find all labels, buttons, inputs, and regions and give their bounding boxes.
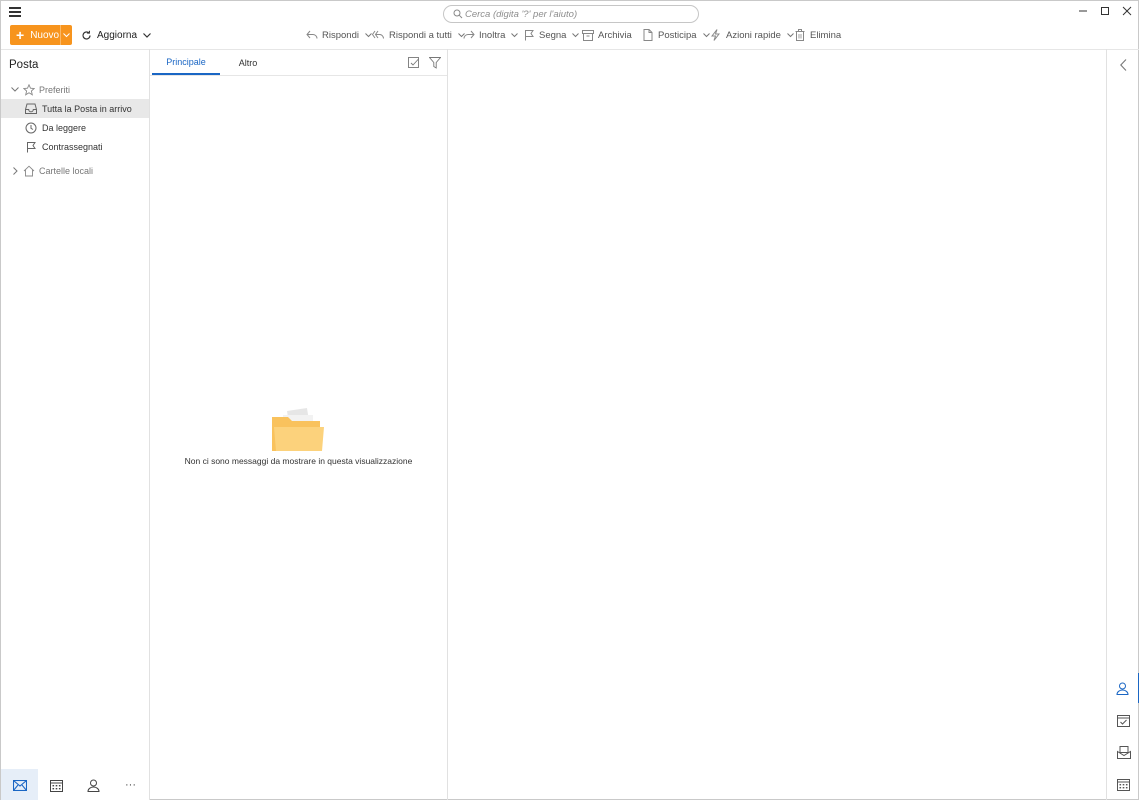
archive-label: Archivia [598,29,632,41]
home-icon [23,165,35,177]
local-folders-group[interactable]: Cartelle locali [1,161,149,180]
chevron-down-icon[interactable] [572,32,580,38]
filter-icon[interactable] [429,57,441,69]
contacts-nav-button[interactable] [75,769,112,800]
refresh-button[interactable]: Aggiorna [81,26,151,44]
quick-actions-label: Azioni rapide [726,29,781,41]
title-bar [1,1,1138,25]
favorites-label: Preferiti [39,84,71,95]
mail-nav-button[interactable] [1,769,38,800]
sidebar-item-label: Da leggere [42,122,87,133]
snooze-label: Posticipa [658,29,697,41]
sidebar-item-label: Contrassegnati [42,141,103,152]
reply-all-button[interactable]: Rispondi a tutti [372,27,465,43]
quick-actions-button[interactable]: Azioni rapide [709,27,794,43]
mail-envelope-icon [1116,745,1131,759]
calendar-icon [50,779,63,792]
tab-principale[interactable]: Principale [152,50,220,75]
sidebar-item-unread[interactable]: Da leggere [1,118,149,137]
inbox-icon [25,103,37,115]
archive-icon [581,29,594,42]
refresh-icon [82,30,91,40]
calendar-panel-button[interactable] [1107,769,1139,799]
reading-pane [448,50,1106,800]
clock-icon [25,122,37,134]
module-nav: ··· [1,769,149,800]
sidebar-item-all-inboxes[interactable]: Tutta la Posta in arrivo [1,99,149,118]
menu-icon[interactable] [9,7,21,19]
reply-label: Rispondi [322,29,359,41]
forward-label: Inoltra [479,29,506,41]
forward-icon [462,29,475,42]
tab-altro[interactable]: Altro [228,50,268,75]
delete-label: Elimina [810,29,842,41]
tasks-icon [1117,714,1130,727]
chevron-down-icon[interactable] [143,32,151,38]
chevron-down-icon[interactable] [511,32,519,38]
local-folders-label: Cartelle locali [39,165,94,176]
new-button[interactable]: + Nuovo [10,25,72,45]
chevron-down-icon [63,32,70,37]
mail-panel-button[interactable] [1107,737,1139,767]
reply-button[interactable]: Rispondi [305,27,372,43]
sidebar-item-flagged[interactable]: Contrassegnati [1,137,149,156]
select-mode-icon[interactable] [408,57,420,69]
toolbar: + Nuovo Aggiorna Rispondi Rispondi a tut… [1,25,1138,49]
contacts-icon [1116,682,1129,695]
flag-button[interactable]: Segna [522,27,580,43]
plus-icon: + [16,27,25,43]
bolt-icon [709,29,722,42]
chevron-left-icon [1120,59,1127,71]
app-window: + Nuovo Aggiorna Rispondi Rispondi a tut… [0,0,1139,800]
mail-icon [12,779,27,791]
favorites-group[interactable]: Preferiti [1,80,149,99]
refresh-label: Aggiorna [97,29,138,41]
right-sidebar [1107,50,1139,800]
folder-pane: Posta Preferiti Tutta la Posta in arrivo… [1,50,149,800]
chevron-down-icon[interactable] [365,32,372,38]
flag-icon [25,141,37,153]
contacts-icon [87,779,100,792]
sidebar-item-label: Tutta la Posta in arrivo [42,103,132,114]
contacts-panel-button[interactable] [1107,673,1139,703]
more-icon: ··· [125,779,136,791]
calendar-icon [1117,778,1130,791]
reply-icon [305,29,318,42]
new-dropdown-button[interactable] [60,25,72,45]
chevron-right-icon[interactable] [9,165,21,177]
tab-divider [150,75,447,76]
trash-icon [793,29,806,42]
empty-folder-icon [272,408,324,451]
close-button[interactable] [1114,1,1139,21]
star-icon [23,83,35,96]
snooze-icon [641,29,654,42]
forward-button[interactable]: Inoltra [462,27,519,43]
chevron-down-icon[interactable] [9,84,21,96]
calendar-nav-button[interactable] [38,769,75,800]
collapse-button[interactable] [1107,50,1139,80]
archive-button[interactable]: Archivia [581,27,632,43]
reply-all-label: Rispondi a tutti [389,29,452,41]
tasks-panel-button[interactable] [1107,705,1139,735]
delete-button[interactable]: Elimina [793,27,841,43]
new-button-label: Nuovo [30,29,60,41]
more-nav-button[interactable]: ··· [112,769,149,800]
search-icon [453,9,463,19]
reply-all-icon [372,29,385,42]
empty-state-message: Non ci sono messaggi da mostrare in ques… [184,456,413,466]
flag-label: Segna [539,29,567,41]
flag-icon [522,29,535,42]
search-box[interactable] [443,5,699,23]
search-input[interactable] [465,7,690,21]
snooze-button[interactable]: Posticipa [641,27,710,43]
message-list-pane: Principale Altro Non ci sono messaggi da… [150,50,447,800]
pane-title: Posta [9,59,39,71]
